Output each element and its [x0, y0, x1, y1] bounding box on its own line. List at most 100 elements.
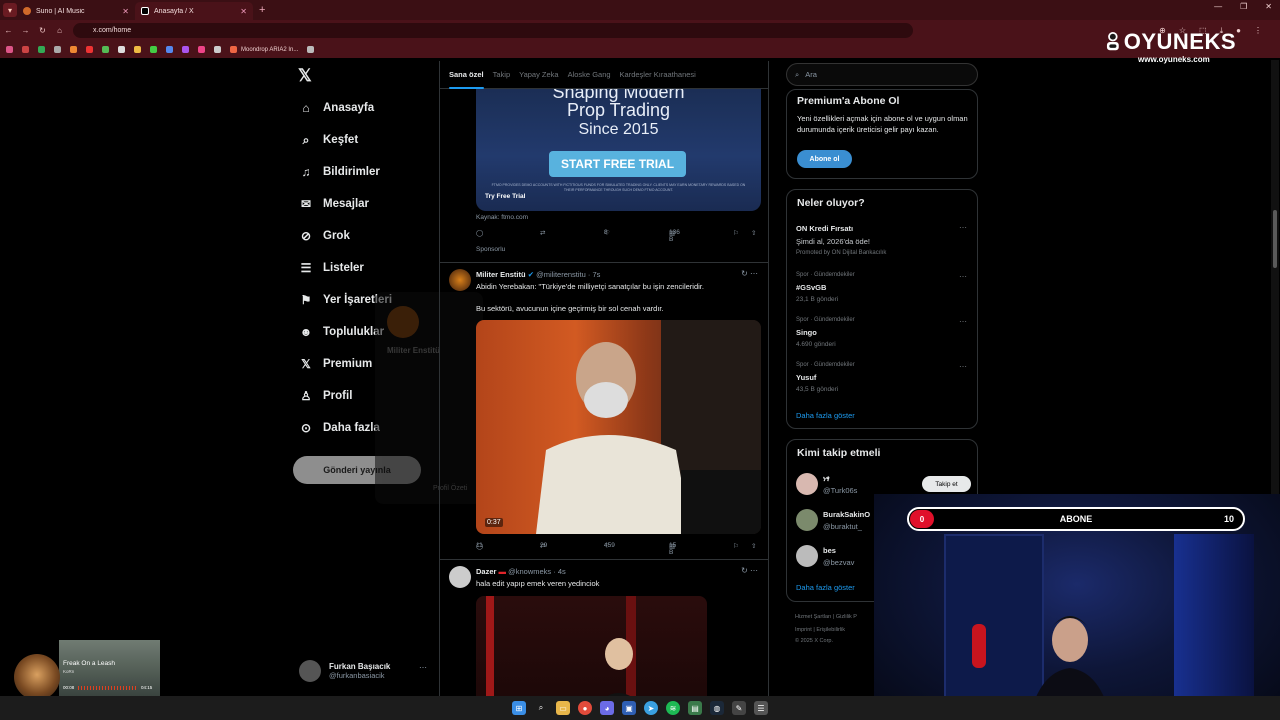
follow-user-handle[interactable]: @Turk06s: [823, 486, 857, 495]
app-icon[interactable]: ▤: [688, 701, 702, 715]
nav-item-profile[interactable]: ♙ Profil: [299, 386, 353, 406]
trend-name[interactable]: #GSvGB: [796, 283, 826, 292]
more-dots-icon[interactable]: ⋯: [959, 362, 967, 371]
nav-item-home[interactable]: ⌂ Anasayfa: [299, 98, 374, 118]
nav-item-messages[interactable]: ✉ Mesajlar: [299, 194, 369, 214]
grok-refresh-icon[interactable]: ↻ ⋯: [741, 566, 758, 575]
chrome-icon[interactable]: ●: [578, 701, 592, 715]
avatar[interactable]: [796, 545, 818, 567]
steam-icon[interactable]: ◍: [710, 701, 724, 715]
forward-icon[interactable]: →: [17, 26, 34, 35]
app-icon[interactable]: ▣: [622, 701, 636, 715]
avatar[interactable]: [796, 473, 818, 495]
tab-close-icon[interactable]: ✕: [122, 7, 129, 16]
nav-item-premium[interactable]: 𝕏 Premium: [299, 354, 372, 374]
tweet-video[interactable]: 0:37: [476, 320, 761, 534]
tab-ai[interactable]: Yapay Zeka: [519, 61, 558, 89]
reply-icon[interactable]: ◯: [476, 229, 483, 237]
share-icon[interactable]: ⇧: [751, 542, 756, 550]
more-dots-icon[interactable]: ⋯: [959, 272, 967, 281]
bookmark-icon[interactable]: [54, 46, 61, 53]
bookmark-icon[interactable]: ⚐: [733, 229, 739, 237]
browser-tab-x[interactable]: Anasayfa / X ✕: [135, 2, 253, 20]
tab-following[interactable]: Takip: [493, 61, 511, 89]
avatar[interactable]: [449, 566, 471, 588]
profile-icon[interactable]: ●: [1236, 26, 1241, 36]
bookmark-icon[interactable]: [38, 46, 45, 53]
youtube-icon[interactable]: [86, 46, 93, 53]
tab-search-icon[interactable]: ▾: [3, 3, 17, 17]
browser-tab-suno[interactable]: Suno | AI Music ✕: [17, 2, 135, 20]
account-switcher[interactable]: Furkan Başıacık @furkanbasiacik ⋯: [299, 658, 439, 684]
follow-user-handle[interactable]: @buraktut_: [823, 522, 862, 531]
url-field[interactable]: x.com/home: [73, 23, 913, 38]
search-input[interactable]: ⌕ Ara: [786, 63, 978, 86]
author-handle[interactable]: @knowmeks: [508, 567, 551, 576]
bookmark-icon[interactable]: [150, 46, 157, 53]
follow-user-name[interactable]: ነፃ: [823, 474, 830, 484]
file-explorer-icon[interactable]: ▭: [556, 701, 570, 715]
maximize-icon[interactable]: ❐: [1240, 2, 1247, 11]
nav-item-explore[interactable]: ⌕ Keşfet: [299, 130, 359, 150]
telegram-icon[interactable]: ➤: [644, 701, 658, 715]
ad-cta-button[interactable]: START FREE TRIAL: [549, 151, 686, 177]
footer-link[interactable]: Erişilebilirlik: [816, 627, 845, 633]
show-more-link[interactable]: Daha fazla göster: [796, 583, 855, 592]
ad-source[interactable]: Kaynak: ftmo.com: [476, 214, 528, 221]
tab-aloske-gang[interactable]: Aloske Gang: [568, 61, 611, 89]
bookmark-icon[interactable]: [198, 46, 205, 53]
apps-icon[interactable]: [6, 46, 13, 53]
footer-link[interactable]: Hizmet Şartları: [795, 614, 831, 620]
windows-start-icon[interactable]: ⊞: [512, 701, 526, 715]
x-logo-icon[interactable]: 𝕏: [298, 66, 312, 86]
nav-item-grok[interactable]: ⊘ Grok: [299, 226, 350, 246]
menu-icon[interactable]: ⋮: [1254, 26, 1262, 36]
bookmark-icon[interactable]: [166, 46, 173, 53]
nav-item-lists[interactable]: ☰ Listeler: [299, 258, 364, 278]
bookmark-icon[interactable]: [214, 46, 221, 53]
bookmark-icon[interactable]: [22, 46, 29, 53]
share-icon[interactable]: ⇧: [751, 229, 756, 237]
app-icon[interactable]: ✎: [732, 701, 746, 715]
promo-name[interactable]: ON Kredi Fırsatı: [796, 224, 853, 233]
subscribe-button[interactable]: Abone ol: [797, 150, 852, 168]
site-info-icon[interactable]: ⌂: [51, 26, 68, 35]
trend-name[interactable]: Yusuf: [796, 373, 816, 382]
nav-item-notifications[interactable]: ♫ Bildirimler: [299, 162, 380, 182]
tab-close-icon[interactable]: ✕: [240, 7, 247, 16]
author-handle[interactable]: @militerenstitu: [536, 270, 586, 279]
footer-link[interactable]: Imprint: [795, 627, 812, 633]
ad-image[interactable]: Shaping Modern Prop Trading Since 2015 S…: [476, 89, 761, 211]
author-name[interactable]: Dazer: [476, 567, 496, 576]
reload-icon[interactable]: ↻: [34, 26, 51, 35]
minimize-icon[interactable]: —: [1214, 2, 1222, 11]
close-window-icon[interactable]: ✕: [1265, 2, 1272, 11]
more-dots-icon[interactable]: ⋯: [959, 317, 967, 326]
new-tab-icon[interactable]: +: [259, 4, 265, 16]
author-name[interactable]: Militer Enstitü: [476, 270, 526, 279]
search-icon[interactable]: ⌕: [534, 701, 548, 715]
scrollbar-thumb[interactable]: [1273, 210, 1277, 268]
ad-try-label[interactable]: Try Free Trial: [485, 193, 525, 200]
tweet-time[interactable]: 4s: [558, 567, 566, 576]
follow-user-name[interactable]: BurakSakinO: [823, 510, 870, 519]
follow-user-name[interactable]: bes: [823, 546, 836, 555]
spotify-icon[interactable]: ≋: [666, 701, 680, 715]
tab-for-you[interactable]: Sana özel: [449, 61, 484, 89]
bookmark-icon[interactable]: ⚐: [733, 542, 739, 550]
show-more-link[interactable]: Daha fazla göster: [796, 411, 855, 420]
bookmark-icon[interactable]: [307, 46, 315, 53]
nav-item-more[interactable]: ⊙ Daha fazla: [299, 418, 380, 438]
avatar[interactable]: [449, 269, 471, 291]
bookmark-icon[interactable]: [70, 46, 77, 53]
more-dots-icon[interactable]: ⋯: [419, 663, 427, 672]
bookmark-moondrop[interactable]: Moondrop ARIA2 In...: [230, 46, 298, 53]
x-bookmark-icon[interactable]: [118, 46, 125, 53]
tweet-time[interactable]: 7s: [592, 270, 600, 279]
more-dots-icon[interactable]: ⋯: [959, 223, 967, 232]
folder-icon[interactable]: [134, 46, 141, 53]
avatar[interactable]: [796, 509, 818, 531]
footer-link[interactable]: Gizlilik P: [836, 614, 857, 620]
grok-refresh-icon[interactable]: ↻ ⋯: [741, 269, 758, 278]
retweet-icon[interactable]: ⇄: [540, 229, 545, 237]
